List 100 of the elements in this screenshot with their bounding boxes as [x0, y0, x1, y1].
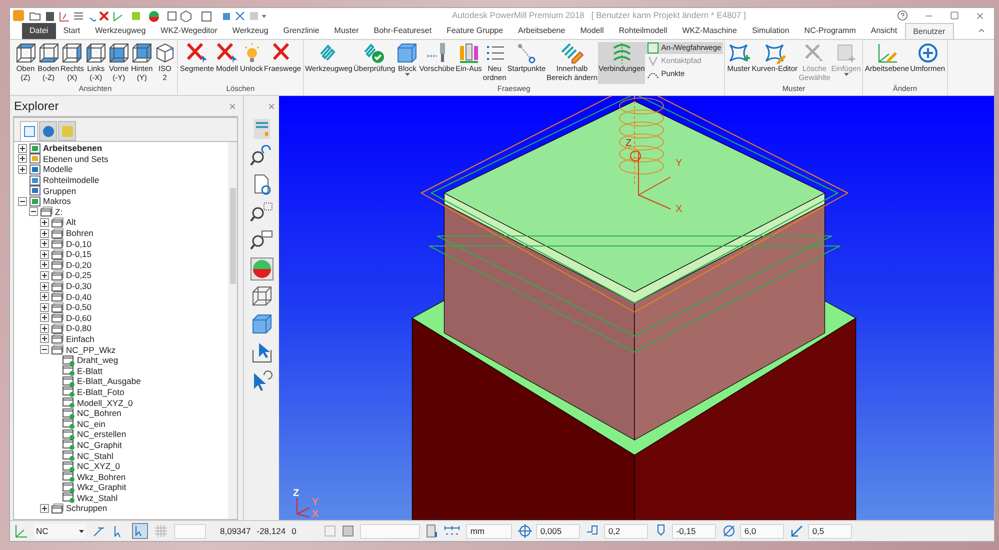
calculator-icon[interactable]: [426, 524, 438, 538]
ribbon-tab[interactable]: NC-Programm: [796, 23, 864, 39]
ribbon-tab[interactable]: WKZ-Maschine: [674, 23, 744, 39]
expand-icon[interactable]: [40, 239, 49, 248]
collapse-icon[interactable]: [29, 207, 38, 216]
status-value-field[interactable]: mm: [466, 524, 512, 538]
tree-item[interactable]: D-0,30: [66, 281, 92, 292]
file-tab[interactable]: Datei: [22, 23, 56, 39]
tree-item[interactable]: Bohren: [66, 228, 94, 238]
pencil-stripes-icon: [560, 42, 584, 64]
expand-icon[interactable]: [18, 144, 27, 153]
status-value-field[interactable]: 0,2: [604, 524, 648, 538]
workplane-axes-icon[interactable]: [14, 524, 28, 538]
ribbon-tab[interactable]: Werkzeugweg: [88, 23, 154, 39]
expand-icon[interactable]: [40, 292, 49, 302]
tree-item[interactable]: Draht_weg: [77, 355, 118, 366]
expand-icon[interactable]: [40, 313, 49, 322]
collapse-ribbon-icon[interactable]: [977, 26, 986, 35]
tree-item[interactable]: E-Blatt_Foto: [77, 386, 124, 397]
expand-icon[interactable]: [40, 334, 49, 344]
shade-toggle-icon[interactable]: [342, 525, 354, 537]
tree-item[interactable]: D-0,15: [66, 249, 92, 260]
tree-item[interactable]: NC_ein: [77, 418, 106, 429]
ribbon-tab[interactable]: Arbeitsebene: [510, 23, 573, 39]
status-value-field[interactable]: 6,0: [740, 524, 784, 538]
tree-item[interactable]: D-0,50: [66, 302, 92, 312]
tree-item[interactable]: NC_XYZ_0: [77, 461, 120, 472]
ribbon-tab[interactable]: Muster: [326, 23, 366, 39]
pick-active-icon[interactable]: [132, 523, 148, 539]
close-icon[interactable]: [975, 10, 985, 20]
status-value-field[interactable]: 0,005: [536, 524, 580, 538]
tree-item[interactable]: Wkz_Graphit: [77, 482, 126, 492]
tree-item[interactable]: Arbeitsebenen: [43, 143, 102, 154]
tree-item[interactable]: Makros: [43, 196, 71, 206]
tree-item[interactable]: NC_Graphit: [77, 440, 122, 450]
tree-item[interactable]: D-0,60: [66, 312, 92, 323]
tree-item[interactable]: Modell_XYZ_0: [77, 398, 133, 408]
ribbon-tab[interactable]: Start: [56, 23, 88, 39]
box-select-icon[interactable]: [250, 341, 274, 365]
expand-icon[interactable]: [40, 504, 49, 513]
tree-item[interactable]: NC_PP_Wkz: [66, 344, 116, 355]
expand-icon[interactable]: [40, 302, 49, 312]
tree-node-icon: [29, 153, 41, 164]
tree-item[interactable]: Schruppen: [66, 503, 108, 514]
expand-icon[interactable]: [18, 164, 27, 174]
collapse-icon[interactable]: [40, 345, 49, 354]
tree-item[interactable]: D-0,10: [66, 238, 92, 249]
expand-icon[interactable]: [18, 154, 27, 164]
status-value-field[interactable]: [360, 524, 420, 538]
workplane-dropdown[interactable]: NC: [34, 524, 86, 538]
ribbon-tab[interactable]: Modell: [572, 23, 612, 39]
expand-icon[interactable]: [40, 218, 49, 227]
tree-item[interactable]: Modelle: [43, 164, 73, 174]
tree-item[interactable]: D-0,20: [66, 260, 92, 270]
ribbon-tab[interactable]: Rohteilmodell: [611, 23, 675, 39]
tree-item[interactable]: NC_Bohren: [77, 408, 122, 418]
expand-icon[interactable]: [40, 260, 49, 270]
expand-icon[interactable]: [40, 282, 49, 291]
tree-item[interactable]: D-0,40: [66, 292, 92, 302]
ribbon-tab[interactable]: Werkzeug: [224, 23, 276, 39]
tree-item[interactable]: Wkz_Bohren: [77, 472, 126, 482]
tree-item[interactable]: D-0,80: [66, 323, 92, 334]
tree-item[interactable]: D-0,25: [66, 270, 92, 280]
tree-item[interactable]: Ebenen und Sets: [43, 154, 108, 164]
tree-item[interactable]: Alt: [66, 217, 76, 228]
status-value-field[interactable]: [174, 524, 206, 538]
scrollbar[interactable]: [228, 142, 237, 519]
tree-item[interactable]: E-Blatt: [77, 366, 103, 376]
collapse-icon[interactable]: [18, 196, 27, 206]
explorer-tab[interactable]: [39, 121, 57, 141]
expand-icon[interactable]: [40, 250, 49, 259]
ribbon-tab[interactable]: Simulation: [744, 23, 797, 39]
ribbon-tab[interactable]: Bohr-Featureset: [366, 23, 440, 39]
pattern-star-icon: [726, 42, 751, 64]
quick-access-toolbar-drawing[interactable]: [28, 10, 268, 22]
ribbon-tab[interactable]: Grenzlinie: [276, 23, 327, 39]
ribbon-tab[interactable]: Feature Gruppe: [439, 23, 511, 39]
ribbon-tab[interactable]: Benutzer: [904, 23, 954, 39]
viewport-3d[interactable]: Z Y X Z Y X: [279, 96, 994, 520]
expand-icon[interactable]: [40, 270, 49, 280]
help-icon[interactable]: [897, 10, 908, 21]
status-value-field[interactable]: -0,15: [672, 524, 716, 538]
status-value-field[interactable]: 0,5: [808, 524, 852, 538]
ribbon-tab[interactable]: Ansicht: [863, 23, 905, 39]
expand-icon[interactable]: [40, 324, 49, 333]
close-icon[interactable]: [228, 102, 237, 110]
tree-item[interactable]: Einfach: [66, 334, 94, 344]
diameter-icon: [722, 524, 736, 538]
close-icon[interactable]: [267, 102, 276, 111]
tree-item[interactable]: Z:: [55, 206, 63, 217]
tree-item[interactable]: E-Blatt_Ausgabe: [77, 376, 141, 386]
ribbon-tab[interactable]: WKZ-Wegeditor: [153, 23, 225, 39]
tree-item[interactable]: Wkz_Stahl: [77, 492, 118, 503]
grid-toggle-icon[interactable]: [324, 525, 336, 537]
maximize-icon[interactable]: [950, 11, 959, 20]
tree-item[interactable]: Gruppen: [43, 186, 76, 196]
tree-item[interactable]: Rohteilmodelle: [43, 175, 100, 186]
tree-item[interactable]: NC_Stahl: [77, 450, 114, 461]
expand-icon[interactable]: [40, 228, 49, 238]
tree-item[interactable]: NC_erstellen: [77, 429, 126, 440]
